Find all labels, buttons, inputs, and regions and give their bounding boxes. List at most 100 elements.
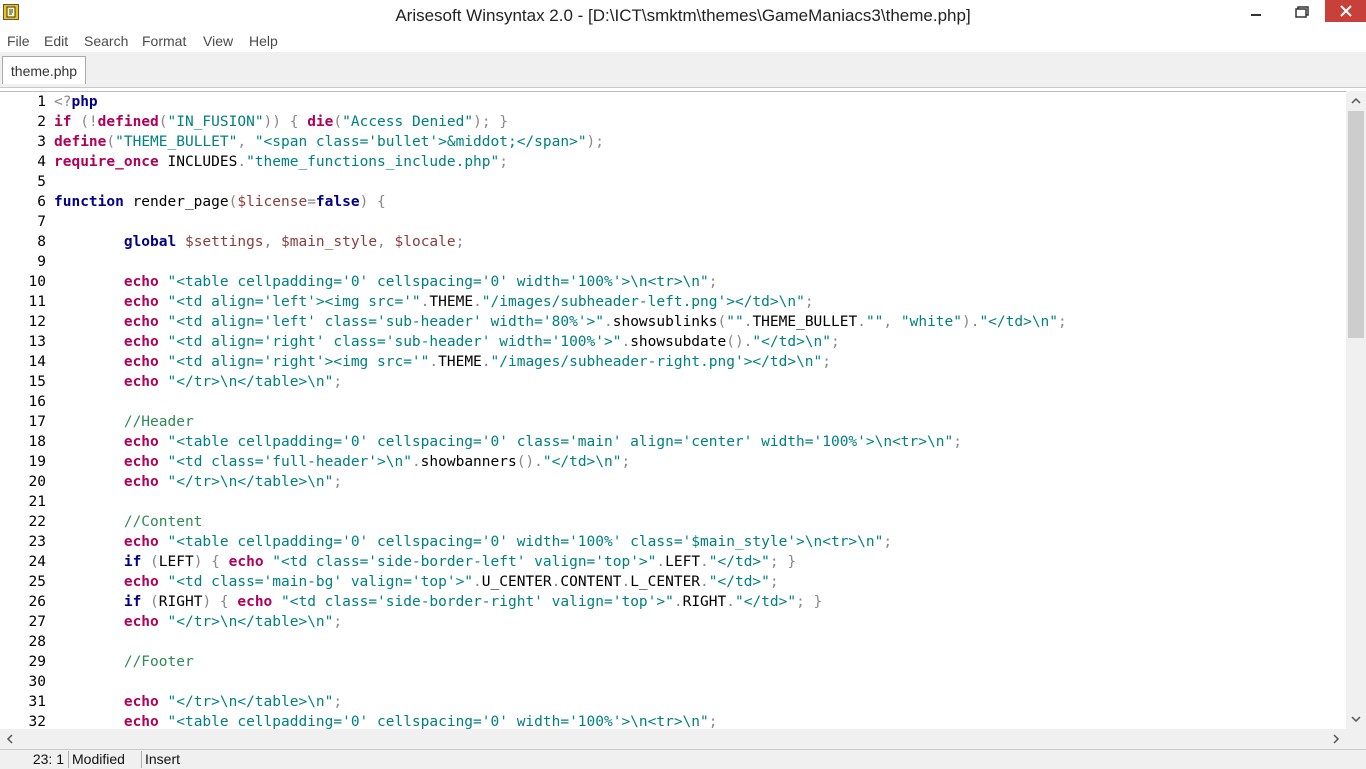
code-line[interactable]: //Content (54, 512, 1346, 532)
line-number: 8 (37, 234, 46, 250)
code-line[interactable] (54, 252, 1346, 272)
vertical-scrollbar[interactable] (1346, 91, 1366, 729)
code-token: ; (804, 294, 814, 310)
code-token: echo (237, 594, 273, 610)
code-line[interactable]: echo "</tr>\n</table>\n"; (54, 472, 1346, 492)
vertical-scroll-thumb[interactable] (1348, 111, 1364, 338)
code-token: echo (123, 474, 159, 490)
code-line[interactable] (54, 392, 1346, 412)
code-token: "white" (900, 314, 962, 330)
code-token: , (263, 234, 282, 250)
code-line[interactable]: echo "</tr>\n</table>\n"; (54, 612, 1346, 632)
line-number: 12 (28, 314, 46, 330)
line-number: 31 (28, 694, 46, 710)
close-button[interactable] (1325, 0, 1366, 22)
chevron-up-icon (1351, 97, 1361, 104)
code-token: = (307, 194, 316, 210)
code-token: "Access Denied" (342, 114, 474, 130)
app-document-icon[interactable] (3, 4, 19, 20)
scrollbar-corner (1346, 729, 1366, 749)
code-token: ; (883, 534, 893, 550)
line-number: 11 (28, 294, 46, 310)
code-token: $main_style (281, 234, 378, 250)
code-token: "<span class='bullet'>&middot;</span>" (254, 134, 587, 150)
code-line[interactable] (54, 172, 1346, 192)
line-number: 29 (28, 654, 46, 670)
code-token: RIGHT (682, 594, 727, 610)
code-line[interactable]: if (RIGHT) { echo "<td class='side-borde… (54, 592, 1346, 612)
code-token: CONTENT (560, 574, 622, 590)
code-line[interactable]: echo "<table cellpadding='0' cellspacing… (54, 712, 1346, 730)
code-line[interactable] (54, 212, 1346, 232)
code-token: . (673, 594, 683, 610)
code-token: showbanners (420, 454, 517, 470)
code-line[interactable]: echo "</tr>\n</table>\n"; (54, 372, 1346, 392)
code-token: "</td>\n" (752, 334, 831, 350)
code-token: . (700, 554, 709, 570)
code-editor[interactable]: 1 2 3 4 5 6 7 8 9 10 11 12 13 14 15 16 17 18 19 20 21 22 23 24 2… (0, 91, 1346, 730)
code-line[interactable]: require_once INCLUDES."theme_functions_i… (54, 152, 1346, 172)
code-line[interactable]: echo "</tr>\n</table>\n"; (54, 692, 1346, 712)
menu-search[interactable]: Search (84, 33, 128, 49)
code-token: ( (106, 134, 116, 150)
code-line[interactable]: echo "<table cellpadding='0' cellspacing… (54, 432, 1346, 452)
minimize-button[interactable] (1233, 0, 1279, 24)
code-token: . (481, 354, 491, 370)
code-token: if (54, 114, 72, 130)
menu-format[interactable]: Format (142, 33, 186, 49)
code-area[interactable]: <?php if (!defined("IN_FUSION")) { die("A… (54, 92, 1346, 730)
horizontal-scrollbar[interactable] (0, 729, 1346, 749)
code-token: php (71, 94, 98, 110)
scroll-left-button[interactable] (0, 729, 20, 749)
menu-help[interactable]: Help (249, 33, 278, 49)
code-token: echo (123, 314, 159, 330)
code-token: THEME_BULLET (752, 314, 858, 330)
code-token: , (883, 314, 901, 330)
code-line[interactable]: echo "<td class='full-header'>\n".showba… (54, 452, 1346, 472)
code-line[interactable]: echo "<td align='right' class='sub-heade… (54, 332, 1346, 352)
scroll-up-button[interactable] (1346, 91, 1366, 111)
menu-view[interactable]: View (203, 33, 233, 49)
code-line[interactable]: global $settings, $main_style, $locale; (54, 232, 1346, 252)
maximize-button[interactable] (1279, 0, 1325, 24)
code-line[interactable]: if (LEFT) { echo "<td class='side-border… (54, 552, 1346, 572)
code-line[interactable]: //Header (54, 412, 1346, 432)
tab-theme-php[interactable]: theme.php (2, 56, 86, 84)
code-line[interactable]: <?php (54, 92, 1346, 112)
line-number: 30 (28, 674, 46, 690)
code-token: echo (123, 534, 159, 550)
code-line[interactable]: echo "<td align='right'><img src='".THEM… (54, 352, 1346, 372)
code-line[interactable] (54, 672, 1346, 692)
code-line[interactable]: echo "<table cellpadding='0' cellspacing… (54, 532, 1346, 552)
code-line[interactable] (54, 492, 1346, 512)
code-token: "<td class='full-header'>\n" (167, 454, 412, 470)
code-token: ; (333, 474, 343, 490)
code-token: "</tr>\n</table>\n" (167, 694, 334, 710)
code-token: ( (141, 554, 159, 570)
code-line[interactable]: function render_page($license=false) { (54, 192, 1346, 212)
code-token: "THEME_BULLET" (115, 134, 238, 150)
code-line[interactable]: define("THEME_BULLET", "<span class='bul… (54, 132, 1346, 152)
code-line[interactable]: if (!defined("IN_FUSION")) { die("Access… (54, 112, 1346, 132)
menu-edit[interactable]: Edit (44, 33, 68, 49)
menu-file[interactable]: File (7, 33, 30, 49)
code-line[interactable]: echo "<table cellpadding='0' cellspacing… (54, 272, 1346, 292)
scroll-right-button[interactable] (1326, 729, 1346, 749)
code-token: ; } (796, 594, 823, 610)
code-line[interactable]: echo "<td class='main-bg' valign='top'>"… (54, 572, 1346, 592)
code-line[interactable]: echo "<td align='left'><img src='".THEME… (54, 292, 1346, 312)
code-line[interactable]: //Footer (54, 652, 1346, 672)
line-number: 10 (28, 274, 46, 290)
code-line[interactable] (54, 632, 1346, 652)
code-token: , (237, 134, 255, 150)
code-token: echo (123, 614, 159, 630)
code-line[interactable]: echo "<td align='left' class='sub-header… (54, 312, 1346, 332)
scroll-down-button[interactable] (1346, 709, 1366, 729)
